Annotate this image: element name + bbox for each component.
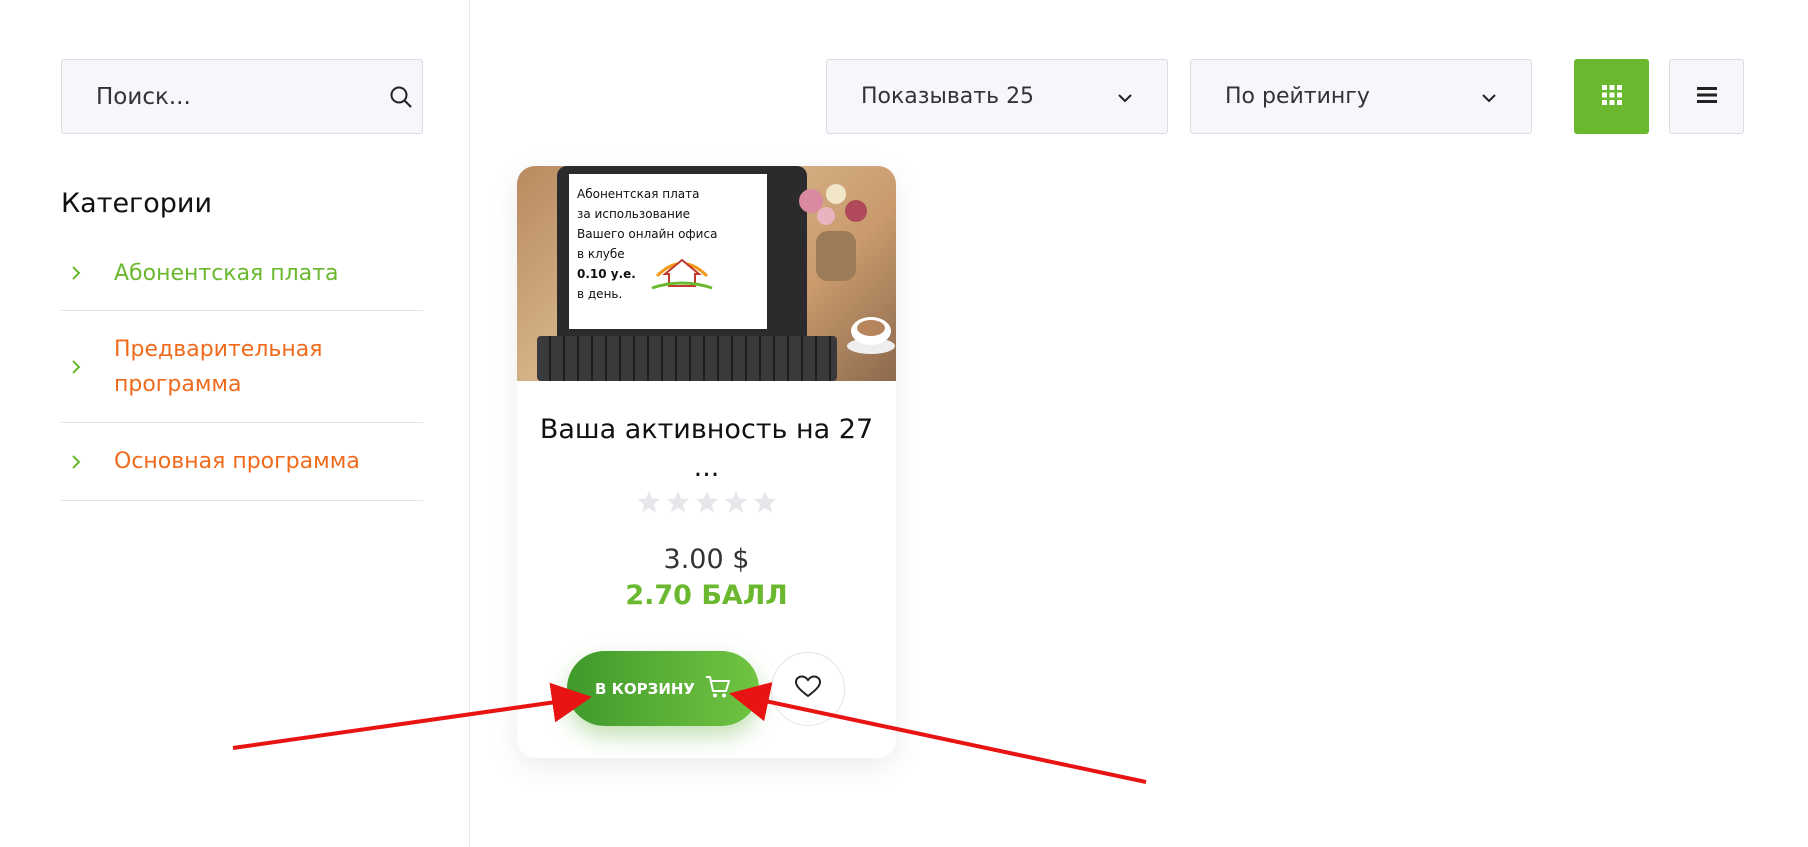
keyboard-decoration <box>537 336 837 381</box>
list-view-button[interactable] <box>1669 59 1744 134</box>
list-icon <box>1696 85 1718 109</box>
category-item-main-program[interactable]: Основная программа <box>61 423 423 501</box>
chevron-right-icon <box>61 454 114 470</box>
chevron-right-icon <box>61 359 114 375</box>
search-box[interactable] <box>61 59 423 134</box>
add-to-wishlist-button[interactable] <box>771 652 845 726</box>
search-input[interactable] <box>96 83 389 110</box>
sort-select[interactable]: По рейтингу <box>1190 59 1532 134</box>
per-page-select[interactable]: Показывать 25 <box>826 59 1168 134</box>
sidebar: Категории Абонентская плата Предваритель… <box>0 0 470 847</box>
category-item-preliminary-program[interactable]: Предварительная программа <box>61 311 423 423</box>
category-list: Абонентская плата Предварительная програ… <box>61 236 423 501</box>
image-text-line: Абонентская плата <box>577 187 700 201</box>
cart-icon <box>705 675 731 703</box>
category-label[interactable]: Основная программа <box>114 444 360 479</box>
coffee-cup-decoration <box>836 306 896 356</box>
heart-icon <box>794 675 822 703</box>
grid-view-button[interactable] <box>1574 59 1649 134</box>
dom-legko-logo <box>647 246 717 291</box>
per-page-label: Показывать 25 <box>861 84 1035 109</box>
category-label[interactable]: Предварительная программа <box>114 332 354 402</box>
star-icon <box>724 491 747 513</box>
chevron-down-icon <box>1117 84 1133 109</box>
add-to-cart-button[interactable]: В КОРЗИНУ <box>567 651 759 726</box>
product-price-points: 2.70 БАЛЛ <box>625 580 788 611</box>
add-to-cart-label: В КОРЗИНУ <box>595 679 695 698</box>
grid-icon <box>1601 84 1623 110</box>
product-title[interactable]: Ваша активность на 27 ... <box>537 411 876 487</box>
product-price: 3.00 $ <box>663 544 750 575</box>
star-icon <box>695 491 718 513</box>
star-icon <box>753 491 776 513</box>
search-icon[interactable] <box>389 84 413 110</box>
categories-title: Категории <box>61 188 212 219</box>
image-text-line: Вашего онлайн офиса <box>577 227 718 241</box>
star-icon <box>637 491 660 513</box>
image-text-line: за использование <box>577 207 691 221</box>
star-icon <box>666 491 689 513</box>
chevron-down-icon <box>1481 84 1497 109</box>
product-image[interactable]: Абонентская плата за использование Вашег… <box>517 166 896 381</box>
category-label[interactable]: Абонентская плата <box>114 256 339 291</box>
product-rating <box>517 490 896 514</box>
flowers-decoration <box>786 176 876 286</box>
product-card[interactable]: Абонентская плата за использование Вашег… <box>517 166 896 758</box>
category-item-subscription[interactable]: Абонентская плата <box>61 236 423 311</box>
sort-label: По рейтингу <box>1225 84 1370 109</box>
chevron-right-icon <box>61 265 114 281</box>
